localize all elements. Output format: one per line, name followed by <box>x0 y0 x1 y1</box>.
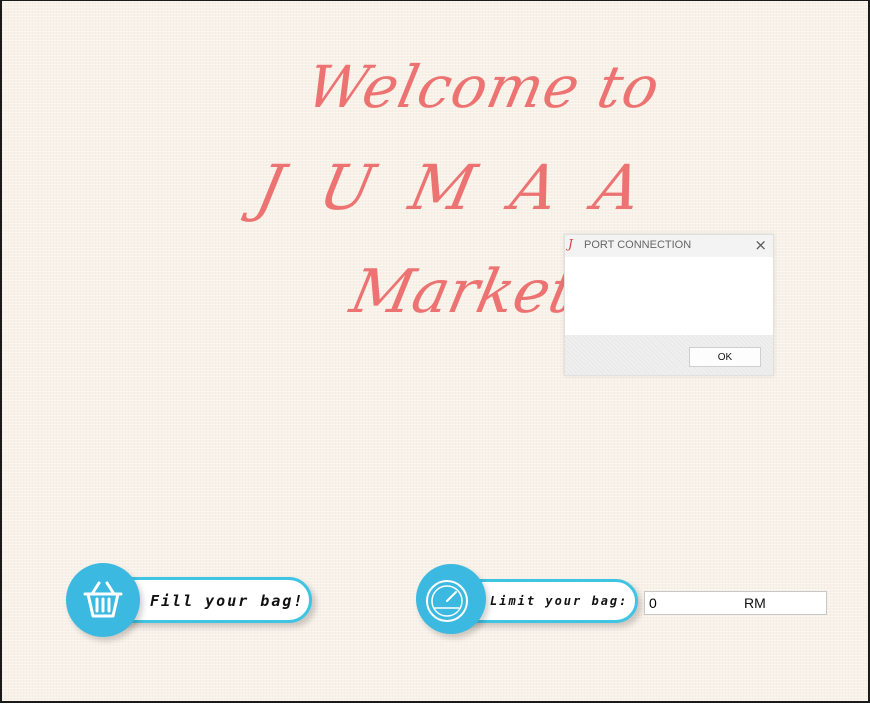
limit-amount-input[interactable] <box>644 591 827 615</box>
port-connection-dialog: J PORT CONNECTION × OK <box>564 234 774 376</box>
fill-bag-label: Fill your bag! <box>150 592 305 610</box>
limit-bag-icon-button[interactable] <box>416 564 486 634</box>
fill-bag-icon-button[interactable] <box>66 563 140 637</box>
dialog-titlebar[interactable]: J PORT CONNECTION × <box>565 235 773 257</box>
welcome-line-3: Market <box>344 257 582 327</box>
gauge-icon <box>426 580 468 622</box>
main-window: Welcome to JUMAA Market J PORT CONNECTIO… <box>0 0 870 703</box>
close-icon[interactable]: × <box>754 237 767 253</box>
welcome-line-2: JUMAA <box>250 151 686 224</box>
limit-bag-label: Limit your bag: <box>490 594 629 608</box>
welcome-line-1: Welcome to <box>300 53 667 121</box>
basket-icon <box>83 581 123 618</box>
dialog-title: PORT CONNECTION <box>584 239 692 251</box>
dialog-footer: OK <box>565 335 773 375</box>
currency-unit-label: RM <box>744 595 766 611</box>
ok-button[interactable]: OK <box>689 347 761 367</box>
dialog-body <box>565 257 773 335</box>
app-logo-icon: J <box>568 237 573 251</box>
